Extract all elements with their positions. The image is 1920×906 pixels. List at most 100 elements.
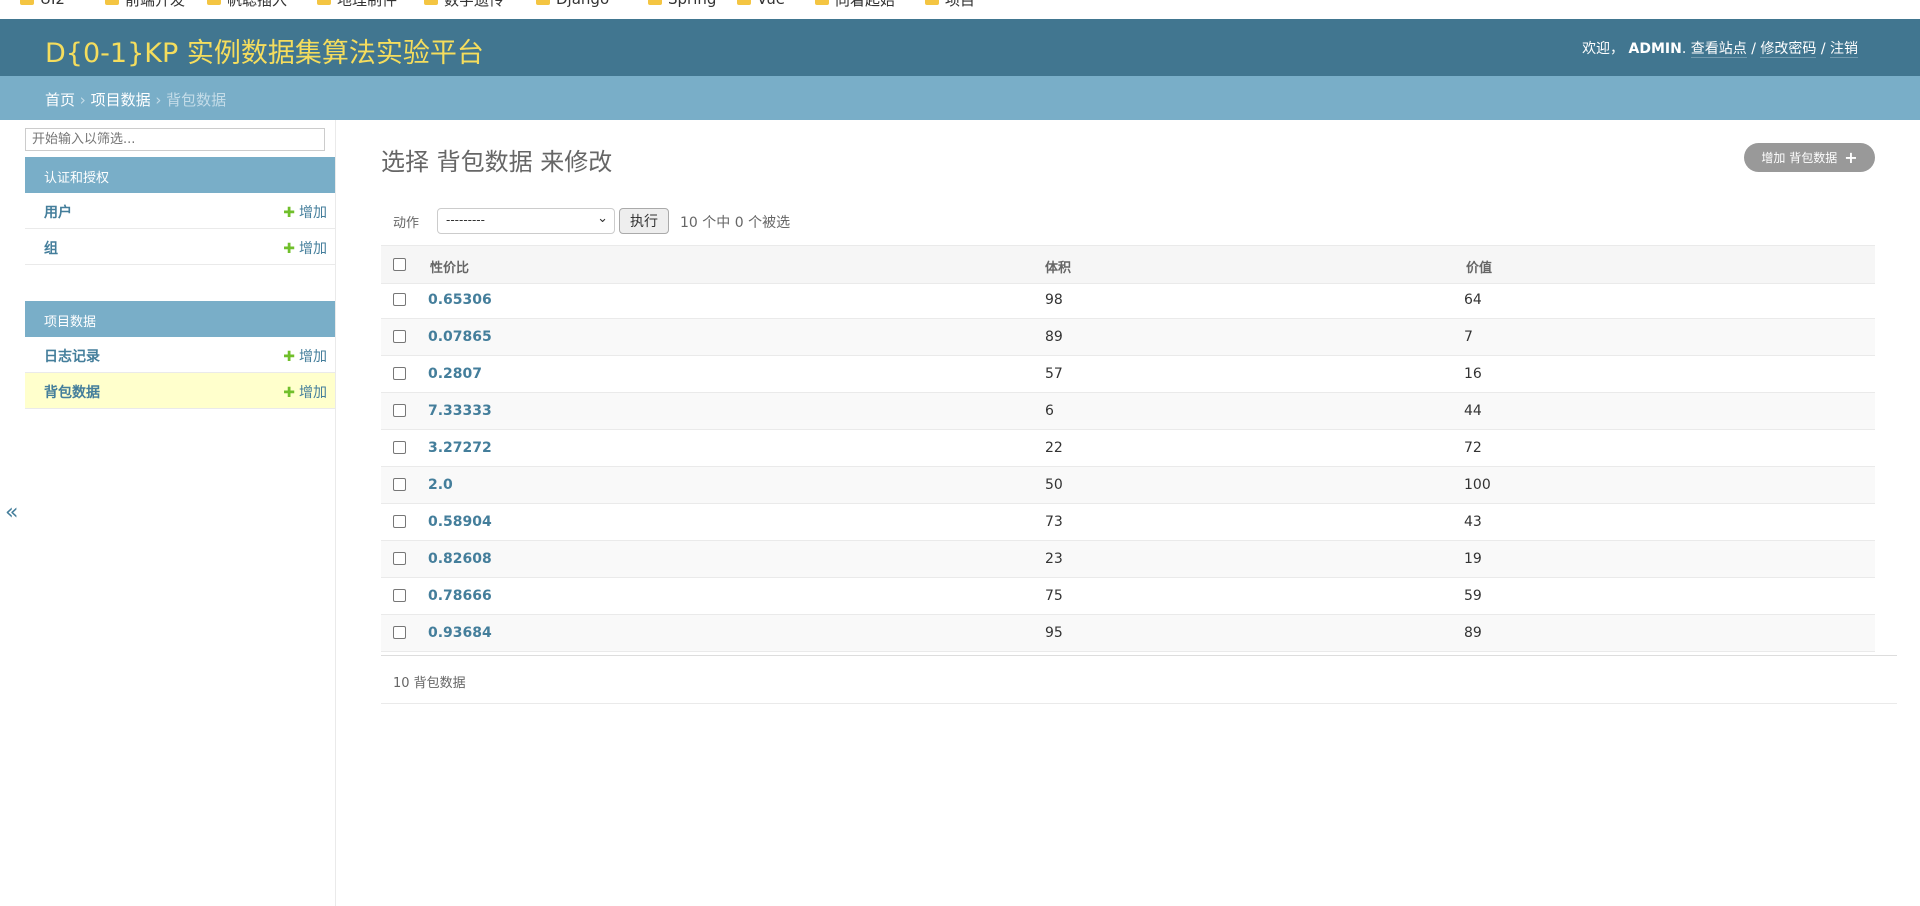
- nav-filter-input[interactable]: [25, 128, 325, 151]
- site-header: D{0-1}KP 实例数据集算法实验平台 欢迎， ADMIN. 查看站点 / 修…: [0, 19, 1920, 76]
- username: ADMIN: [1628, 41, 1682, 57]
- cell-volume: 75: [1045, 588, 1063, 604]
- cell-ratio-link[interactable]: 0.2807: [428, 366, 482, 382]
- plus-icon: +: [1844, 147, 1858, 167]
- view-site-link[interactable]: 查看站点: [1690, 41, 1747, 58]
- folder-icon: [737, 0, 751, 5]
- cell-ratio-link[interactable]: 0.07865: [428, 329, 492, 345]
- cell-value: 7: [1464, 329, 1473, 345]
- run-action-button[interactable]: 执行: [619, 208, 669, 234]
- cell-ratio-link[interactable]: 0.93684: [428, 625, 492, 641]
- cell-value: 43: [1464, 514, 1482, 530]
- table-row: 0.2807 57 16: [381, 356, 1875, 393]
- sidebar-item-label[interactable]: 背包数据: [44, 382, 100, 402]
- table-row: 3.27272 22 72: [381, 430, 1875, 467]
- row-checkbox[interactable]: [393, 552, 406, 565]
- table-row: 7.33333 6 44: [381, 393, 1875, 430]
- plus-icon: ✚: [283, 385, 295, 401]
- actions-label: 动作: [393, 216, 420, 231]
- row-checkbox[interactable]: [393, 626, 406, 639]
- cell-ratio-link[interactable]: 2.0: [428, 477, 453, 493]
- cell-value: 16: [1464, 366, 1482, 382]
- cell-volume: 23: [1045, 551, 1063, 567]
- sidebar-item-label[interactable]: 组: [44, 238, 58, 258]
- select-all-checkbox[interactable]: [393, 258, 406, 271]
- bookmark-item[interactable]: UI2: [20, 0, 65, 8]
- table-row: 0.58904 73 43: [381, 504, 1875, 541]
- column-header-ratio[interactable]: 性价比: [430, 257, 469, 276]
- folder-icon: [648, 0, 662, 5]
- logout-link[interactable]: 注销: [1830, 41, 1858, 58]
- user-tools: 欢迎， ADMIN. 查看站点 / 修改密码 / 注销: [1582, 41, 1858, 58]
- add-knapsack-data-button[interactable]: 增加 背包数据 +: [1744, 143, 1875, 172]
- row-checkbox[interactable]: [393, 478, 406, 491]
- welcome-text: 欢迎，: [1582, 41, 1625, 57]
- column-header-value[interactable]: 价值: [1466, 257, 1492, 276]
- cell-value: 89: [1464, 625, 1482, 641]
- add-user-button[interactable]: ✚ 增加: [283, 202, 327, 222]
- cell-ratio-link[interactable]: 7.33333: [428, 403, 492, 419]
- bookmark-item[interactable]: Spring: [648, 0, 716, 8]
- row-checkbox[interactable]: [393, 330, 406, 343]
- bookmark-item[interactable]: 帆聪插入: [207, 0, 287, 9]
- add-log-button[interactable]: ✚ 增加: [283, 346, 327, 366]
- bookmarks-bar: UI2 前端开发 帆聪插入 地理制件 数字遗传 Django Spring Vue 向着起始 项目: [0, 0, 1920, 19]
- cell-volume: 73: [1045, 514, 1063, 530]
- result-count: 10 背包数据: [393, 676, 466, 691]
- paginator: 10 背包数据: [381, 655, 1897, 704]
- sidebar-item-logs[interactable]: 日志记录 ✚ 增加: [25, 337, 335, 373]
- bookmark-item[interactable]: 地理制件: [317, 0, 397, 9]
- bookmark-item[interactable]: Django: [536, 0, 609, 8]
- cell-ratio-link[interactable]: 3.27272: [428, 440, 492, 456]
- folder-icon: [105, 0, 119, 5]
- table-row: 2.0 50 100: [381, 467, 1875, 504]
- row-checkbox[interactable]: [393, 441, 406, 454]
- row-checkbox[interactable]: [393, 515, 406, 528]
- sidebar-item-knapsack[interactable]: 背包数据 ✚ 增加: [25, 373, 335, 409]
- bookmark-item[interactable]: 前端开发: [105, 0, 185, 9]
- cell-ratio-link[interactable]: 0.78666: [428, 588, 492, 604]
- action-select[interactable]: --------- ⌄: [437, 208, 615, 234]
- cell-volume: 22: [1045, 440, 1063, 456]
- page-title: 选择 背包数据 来修改: [381, 148, 613, 176]
- cell-volume: 95: [1045, 625, 1063, 641]
- breadcrumb-home[interactable]: 首页: [45, 91, 75, 109]
- folder-icon: [317, 0, 331, 5]
- row-checkbox[interactable]: [393, 293, 406, 306]
- change-password-link[interactable]: 修改密码: [1760, 41, 1817, 58]
- add-knapsack-button[interactable]: ✚ 增加: [283, 382, 327, 402]
- cell-value: 72: [1464, 440, 1482, 456]
- cell-ratio-link[interactable]: 0.82608: [428, 551, 492, 567]
- module-caption-project[interactable]: 项目数据: [25, 301, 335, 337]
- sidebar-item-groups[interactable]: 组 ✚ 增加: [25, 229, 335, 265]
- folder-icon: [925, 0, 939, 5]
- cell-ratio-link[interactable]: 0.58904: [428, 514, 492, 530]
- cell-value: 44: [1464, 403, 1482, 419]
- sidebar-item-label[interactable]: 日志记录: [44, 346, 100, 366]
- plus-icon: ✚: [283, 205, 295, 221]
- toggle-sidebar-button[interactable]: «: [5, 500, 18, 525]
- sidebar-item-label[interactable]: 用户: [44, 202, 72, 222]
- cell-ratio-link[interactable]: 0.65306: [428, 292, 492, 308]
- cell-value: 19: [1464, 551, 1482, 567]
- breadcrumb-app[interactable]: 项目数据: [91, 91, 151, 109]
- add-group-button[interactable]: ✚ 增加: [283, 238, 327, 258]
- table-row: 0.82608 23 19: [381, 541, 1875, 578]
- column-header-volume[interactable]: 体积: [1045, 257, 1071, 276]
- row-checkbox[interactable]: [393, 367, 406, 380]
- breadcrumb-current: 背包数据: [166, 91, 227, 109]
- table-row: 0.93684 95 89: [381, 615, 1875, 652]
- row-checkbox[interactable]: [393, 404, 406, 417]
- folder-icon: [424, 0, 438, 5]
- bookmark-item[interactable]: 向着起始: [815, 0, 895, 9]
- bookmark-item[interactable]: 项目: [925, 0, 975, 9]
- table-row: 0.65306 98 64: [381, 282, 1875, 319]
- table-header: 性价比 体积 价值: [381, 245, 1875, 284]
- site-name[interactable]: D{0-1}KP 实例数据集算法实验平台: [45, 31, 484, 70]
- row-checkbox[interactable]: [393, 589, 406, 602]
- module-caption-auth[interactable]: 认证和授权: [25, 157, 335, 193]
- bookmark-item[interactable]: Vue: [737, 0, 785, 8]
- sidebar-item-users[interactable]: 用户 ✚ 增加: [25, 193, 335, 229]
- bookmark-item[interactable]: 数字遗传: [424, 0, 504, 9]
- selection-count: 10 个中 0 个被选: [680, 215, 791, 231]
